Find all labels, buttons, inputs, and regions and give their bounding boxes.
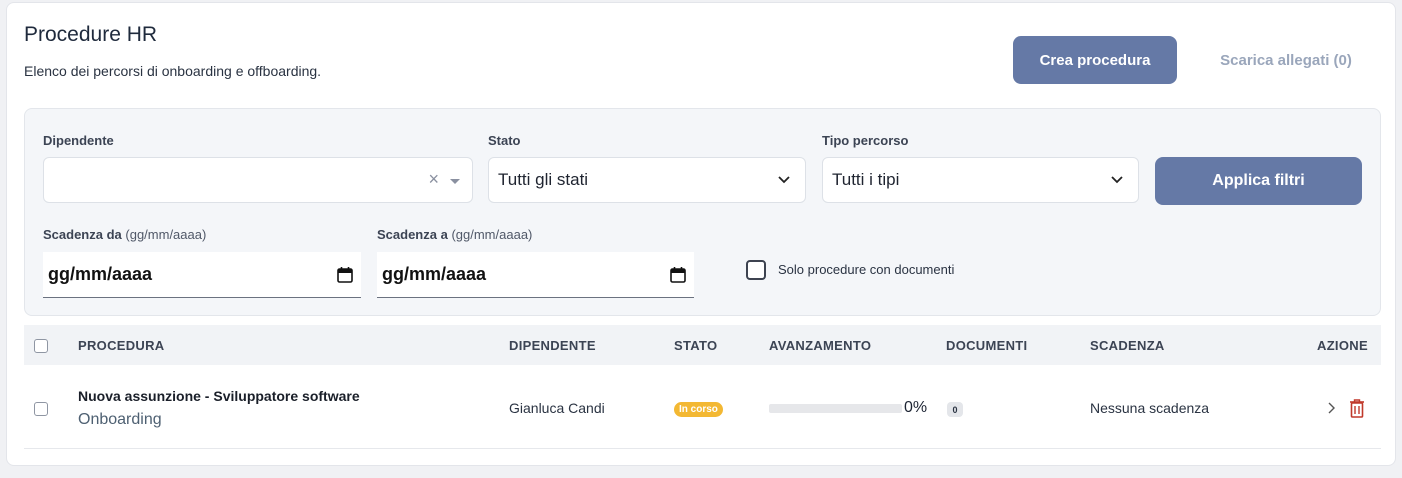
due-from-label: Scadenza da (gg/mm/aaaa)	[43, 227, 206, 242]
column-procedure[interactable]: PROCEDURA	[78, 338, 164, 353]
chevron-down-icon	[1111, 176, 1123, 184]
docs-only-label: Solo procedure con documenti	[778, 262, 955, 277]
column-due[interactable]: SCADENZA	[1090, 338, 1165, 353]
column-action: AZIONE	[1317, 338, 1368, 353]
clear-icon[interactable]: ×	[428, 169, 439, 190]
page-subtitle: Elenco dei percorsi di onboarding e offb…	[24, 63, 322, 79]
progress-percent: 0%	[904, 399, 928, 416]
status-badge: In corso	[674, 402, 723, 417]
calendar-icon[interactable]	[337, 266, 353, 283]
download-attachments-button[interactable]: Scarica allegati (0)	[1193, 36, 1379, 84]
chevron-down-icon	[778, 176, 790, 184]
trash-icon[interactable]	[1348, 398, 1366, 418]
table-row[interactable]: Nuova assunzione - Sviluppatore software…	[24, 365, 1381, 449]
type-select-value: Tutti i tipi	[832, 170, 900, 189]
type-filter-label: Tipo percorso	[822, 133, 909, 148]
docs-only-checkbox[interactable]	[746, 260, 766, 280]
column-documents[interactable]: DOCUMENTI	[946, 338, 1027, 353]
table-header: PROCEDURA DIPENDENTE STATO AVANZAMENTO D…	[24, 325, 1381, 365]
due-to-label-text: Scadenza a	[377, 227, 448, 242]
page-title: Procedure HR	[24, 23, 158, 46]
employee-select[interactable]: ×	[43, 157, 473, 203]
status-filter-label: Stato	[488, 133, 521, 148]
due-to-input[interactable]: gg/mm/aaaa	[377, 252, 694, 298]
procedures-card: Procedure HR Elenco dei percorsi di onbo…	[6, 2, 1396, 466]
due-from-value: gg/mm/aaaa	[48, 264, 153, 284]
date-format-hint: (gg/mm/aaaa)	[125, 227, 207, 242]
apply-filters-button[interactable]: Applica filtri	[1155, 157, 1362, 205]
create-procedure-button[interactable]: Crea procedura	[1013, 36, 1177, 84]
column-progress[interactable]: AVANZAMENTO	[769, 338, 871, 353]
column-status[interactable]: STATO	[674, 338, 717, 353]
procedure-name[interactable]: Nuova assunzione - Sviluppatore software	[78, 388, 360, 404]
procedure-type: Onboarding	[78, 411, 162, 428]
chevron-right-icon[interactable]	[1326, 401, 1336, 415]
due-to-value: gg/mm/aaaa	[382, 264, 487, 284]
row-checkbox[interactable]	[34, 402, 48, 416]
due-from-label-text: Scadenza da	[43, 227, 122, 242]
due-to-label: Scadenza a (gg/mm/aaaa)	[377, 227, 532, 242]
calendar-icon[interactable]	[670, 266, 686, 283]
type-select[interactable]: Tutti i tipi	[822, 157, 1139, 203]
status-select[interactable]: Tutti gli stati	[488, 157, 806, 203]
progress-bar	[769, 404, 902, 413]
filters-panel: Dipendente × Stato Tutti gli stati Tipo …	[24, 108, 1381, 316]
due-from-input[interactable]: gg/mm/aaaa	[43, 252, 361, 298]
caret-down-icon[interactable]	[450, 179, 460, 184]
select-all-checkbox[interactable]	[34, 339, 48, 353]
documents-count-badge: 0	[947, 402, 963, 417]
date-format-hint: (gg/mm/aaaa)	[451, 227, 533, 242]
row-due-date: Nessuna scadenza	[1090, 400, 1210, 416]
row-employee: Gianluca Candi	[509, 400, 605, 416]
employee-filter-label: Dipendente	[43, 133, 114, 148]
status-select-value: Tutti gli stati	[498, 170, 589, 189]
column-employee[interactable]: DIPENDENTE	[509, 338, 596, 353]
